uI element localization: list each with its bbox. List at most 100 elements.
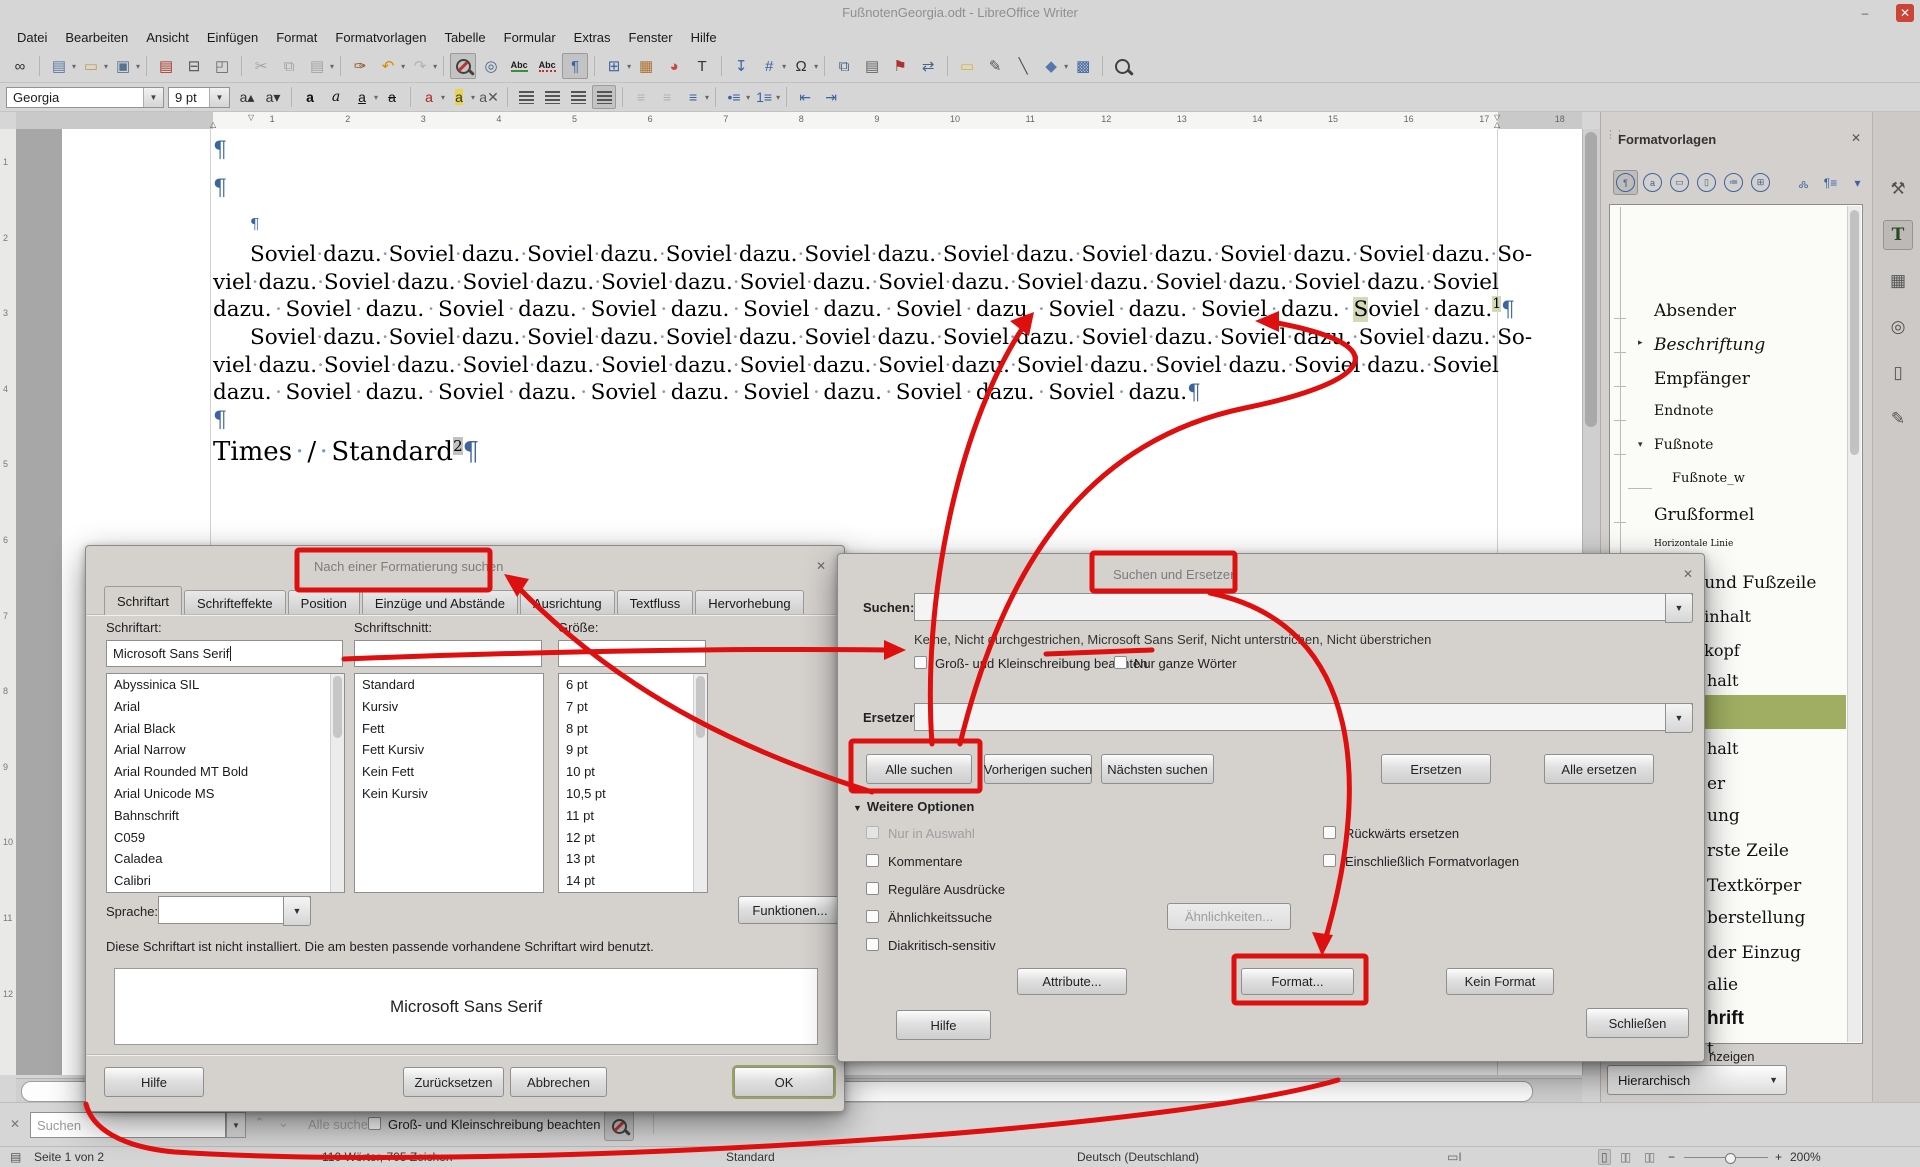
single-page-view-icon[interactable]: ▯ [1598, 1149, 1611, 1165]
styles-dropdown-icon[interactable]: ▾ [1845, 170, 1870, 195]
font-size-input[interactable] [558, 640, 706, 667]
align-left-icon[interactable] [514, 85, 538, 109]
size-option[interactable]: 12 pt [559, 827, 707, 849]
binoculars-icon[interactable]: ∞ [7, 53, 33, 79]
findbar-match-case-checkbox[interactable] [368, 1117, 381, 1130]
tab-einz-ge-und-abst-nde[interactable]: Einzüge und Abstände [362, 590, 518, 615]
menu-einfügen[interactable]: Einfügen [198, 26, 267, 50]
style-filter-dropdown[interactable]: Hierarchisch▼ [1607, 1065, 1787, 1095]
insert-line-icon[interactable]: ╲ [1010, 53, 1036, 79]
shrink-font-icon[interactable]: a▾ [261, 85, 285, 109]
gallery-deck-icon[interactable]: ▦ [1883, 266, 1913, 296]
document-line[interactable]: Soviel·dazu.·Soviel·dazu.·Soviel·dazu.·S… [250, 325, 1498, 350]
indent-marker[interactable]: △ [210, 120, 216, 129]
help-button[interactable]: Hilfe [104, 1067, 204, 1097]
word-count[interactable]: 110 Wörter, 705 Zeichen [322, 1150, 453, 1164]
insert-bookmark-icon[interactable]: ⚑ [887, 53, 913, 79]
cancel-button[interactable]: Abbrechen [510, 1067, 607, 1097]
autospellcheck-icon[interactable]: Abc [534, 53, 560, 79]
tab-ausrichtung[interactable]: Ausrichtung [520, 590, 615, 615]
find-next-icon[interactable]: ⌄ [278, 1115, 289, 1131]
font-size-combo[interactable]: 9 pt▼ [168, 87, 230, 108]
undo-icon[interactable]: ↶ [375, 53, 401, 79]
dialog-close-icon[interactable]: ✕ [1683, 567, 1693, 581]
navigator-icon[interactable]: ◎ [478, 53, 504, 79]
page-style-indicator[interactable]: Standard [726, 1150, 775, 1164]
font-option[interactable]: Bahnschrift [107, 805, 344, 827]
functions-button[interactable]: Funktionen... [738, 896, 842, 924]
help-button[interactable]: Hilfe [896, 1010, 991, 1040]
menu-tabelle[interactable]: Tabelle [435, 26, 494, 50]
font-color-icon[interactable]: a [417, 85, 441, 109]
size-option[interactable]: 14 pt [559, 870, 707, 892]
save-status-icon[interactable]: ▤ [10, 1150, 21, 1164]
paste-icon[interactable]: ▤ [304, 53, 330, 79]
tab-hervorhebung[interactable]: Hervorhebung [695, 590, 803, 615]
insert-image-icon[interactable]: ▦ [633, 53, 659, 79]
menu-extras[interactable]: Extras [565, 26, 620, 50]
style-option[interactable]: Standard [355, 674, 543, 696]
font-style-input[interactable] [354, 640, 542, 667]
search-combo[interactable]: ▼ [914, 593, 1693, 621]
frame-styles-icon[interactable]: ▭ [1667, 170, 1692, 195]
navigator-deck-icon[interactable]: ◎ [1883, 312, 1913, 342]
style-item-gru-formel[interactable]: Grußformel [1610, 505, 1860, 539]
fill-format-mode-icon[interactable]: 🝆 [1791, 170, 1816, 195]
find-previous-icon[interactable]: ⌃ [254, 1115, 265, 1131]
replace-button[interactable]: Ersetzen [1381, 754, 1491, 784]
size-option[interactable]: 6 pt [559, 674, 707, 696]
export-pdf-icon[interactable]: ▤ [153, 53, 179, 79]
document-line[interactable]: dazu.·Soviel·dazu.·Soviel·dazu.·Soviel·d… [213, 380, 1201, 405]
tab-position[interactable]: Position [288, 590, 360, 615]
italic-icon[interactable]: a [324, 85, 348, 109]
align-center-icon[interactable] [540, 85, 564, 109]
insert-chart-icon[interactable]: ◕ [661, 53, 687, 79]
indent-marker[interactable]: ▽ [248, 113, 254, 122]
styles-deck-icon[interactable]: T [1883, 220, 1913, 250]
findbar-close-icon[interactable]: ✕ [10, 1117, 20, 1131]
bold-icon[interactable]: a [298, 85, 322, 109]
include-styles-checkbox[interactable] [1323, 854, 1336, 867]
preview-checkbox-label-fragment[interactable]: nzeigen [1709, 1049, 1755, 1064]
font-option[interactable]: Abyssinica SIL [107, 674, 344, 696]
horizontal-ruler[interactable]: 123456789101112131415161718▽△▽△ [16, 112, 1582, 130]
font-style-list[interactable]: StandardKursivFettFett KursivKein FettKe… [354, 673, 544, 893]
document-line[interactable]: Soviel·dazu.·Soviel·dazu.·Soviel·dazu.·S… [250, 242, 1498, 267]
selection-mode-icon[interactable]: ▭I [1447, 1150, 1462, 1164]
whole-words-checkbox[interactable] [1114, 656, 1127, 669]
save-icon[interactable]: ▣ [110, 53, 136, 79]
menu-formatvorlagen[interactable]: Formatvorlagen [326, 26, 435, 50]
copy-icon[interactable]: ⧉ [276, 53, 302, 79]
line-spacing-icon[interactable]: ≡ [681, 85, 705, 109]
par-space-increase-icon[interactable]: ≡ [629, 85, 653, 109]
clone-formatting-icon[interactable]: ✑ [347, 53, 373, 79]
page-deck-icon[interactable]: ▯ [1883, 358, 1913, 388]
backwards-checkbox[interactable] [1323, 826, 1336, 839]
cut-icon[interactable]: ✂ [248, 53, 274, 79]
formatting-marks-icon[interactable]: ¶ [562, 53, 588, 79]
font-option[interactable]: Caladea [107, 848, 344, 870]
find-previous-button[interactable]: Vorherigen suchen [984, 754, 1092, 784]
document-line[interactable]: dazu.·Soviel·dazu.·Soviel·dazu.·Soviel·d… [213, 297, 1515, 322]
spelling-icon[interactable]: Abc [506, 53, 532, 79]
zoom-icon[interactable] [1109, 53, 1135, 79]
menu-ansicht[interactable]: Ansicht [137, 26, 198, 50]
size-option[interactable]: 13 pt [559, 848, 707, 870]
style-option[interactable]: Kein Kursiv [355, 783, 543, 805]
inspector-deck-icon[interactable]: ✎ [1883, 404, 1913, 434]
size-option[interactable]: 10 pt [559, 761, 707, 783]
special-character-icon[interactable]: Ω [788, 53, 814, 79]
font-option[interactable]: Arial Unicode MS [107, 783, 344, 805]
justify-icon[interactable] [592, 85, 616, 109]
sidebar-close-icon[interactable]: ✕ [1851, 131, 1861, 145]
replace-combo[interactable]: ▼ [914, 703, 1693, 731]
reset-button[interactable]: Zurücksetzen [403, 1067, 504, 1097]
zoom-in-icon[interactable]: + [1775, 1150, 1782, 1164]
highlight-color-icon[interactable]: a [447, 85, 471, 109]
basic-shapes-icon[interactable]: ◆ [1038, 53, 1064, 79]
track-changes-icon[interactable]: ✎ [982, 53, 1008, 79]
size-option[interactable]: 7 pt [559, 696, 707, 718]
tab-schriftart[interactable]: Schriftart [104, 586, 182, 615]
page-indicator[interactable]: Seite 1 von 2 [34, 1150, 104, 1164]
menu-datei[interactable]: Datei [8, 26, 56, 50]
